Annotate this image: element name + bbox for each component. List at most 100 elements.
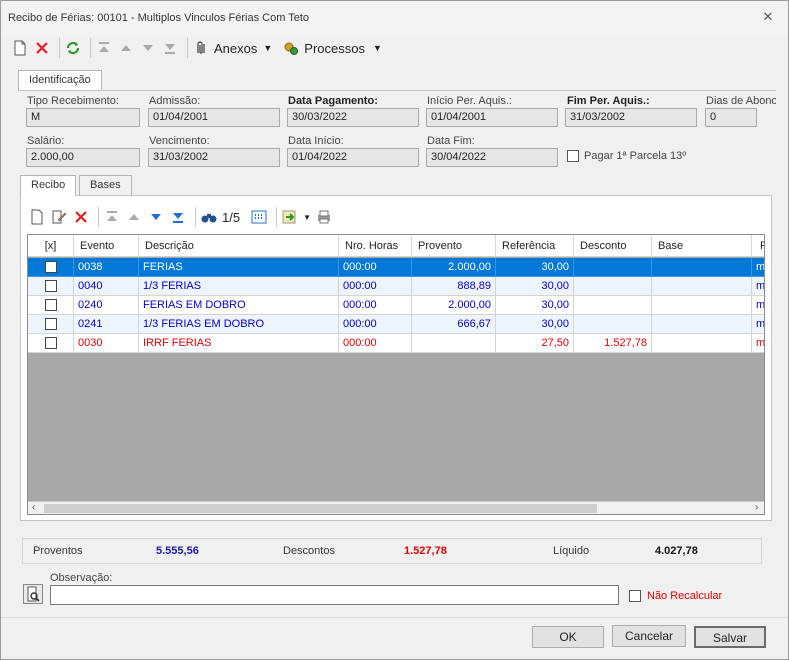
next-record-icon[interactable] <box>147 208 165 226</box>
tab-recibo[interactable]: Recibo <box>20 175 77 196</box>
cell-desconto <box>574 315 652 334</box>
data-inicio-label: Data Início: <box>288 135 344 147</box>
fim-per-aquis-field[interactable]: 31/03/2002 <box>565 108 697 127</box>
cell-evento: 0040 <box>74 277 139 296</box>
paperclip-icon[interactable] <box>192 39 210 57</box>
admissao-field[interactable]: 01/04/2001 <box>148 108 280 127</box>
data-fim-field[interactable]: 30/04/2022 <box>426 148 558 167</box>
row-checkbox[interactable] <box>45 337 57 349</box>
column-header-base[interactable]: Base <box>652 235 752 257</box>
events-grid: [x] Evento Descrição Nro. Horas Provento… <box>27 234 765 515</box>
table-row[interactable]: 0038FERIAS000:002.000,0030,00 me <box>28 258 764 277</box>
ok-button[interactable]: OK <box>532 626 604 648</box>
column-header-referencia[interactable]: Referência <box>496 235 574 257</box>
refresh-icon[interactable] <box>64 39 82 57</box>
tipo-recebimento-field[interactable]: M <box>26 108 140 127</box>
cell-r: me <box>752 315 764 334</box>
cell-horas: 000:00 <box>339 334 412 353</box>
tab-bases[interactable]: Bases <box>79 175 132 195</box>
grid-header: [x] Evento Descrição Nro. Horas Provento… <box>28 235 764 257</box>
processos-menu[interactable]: Processos <box>304 41 365 56</box>
inicio-per-aquis-label: Início Per. Aquis.: <box>427 95 512 107</box>
scrollbar-thumb[interactable] <box>44 504 597 513</box>
salvar-button[interactable]: Salvar <box>694 626 766 648</box>
next-record-icon[interactable] <box>139 39 157 57</box>
last-record-icon[interactable] <box>169 208 187 226</box>
row-checkbox[interactable] <box>45 261 57 273</box>
cell-referencia: 30,00 <box>496 277 574 296</box>
row-checkbox[interactable] <box>45 318 57 330</box>
nao-recalcular-label: Não Recalcular <box>647 590 723 602</box>
first-record-icon[interactable] <box>103 208 121 226</box>
pagar-13-label: Pagar 1ª Parcela 13º <box>584 150 687 162</box>
column-header-desconto[interactable]: Desconto <box>574 235 652 257</box>
scroll-right-icon[interactable]: › <box>755 502 758 513</box>
cell-desconto <box>574 277 652 296</box>
cell-descricao: IRRF FERIAS <box>139 334 339 353</box>
cell-referencia: 27,50 <box>496 334 574 353</box>
chevron-down-icon[interactable]: ▼ <box>263 43 272 53</box>
salario-field[interactable]: 2.000,00 <box>26 148 140 167</box>
row-checkbox[interactable] <box>45 280 57 292</box>
anexos-menu[interactable]: Anexos <box>214 41 257 56</box>
page-indicator: 1/5 <box>222 209 241 225</box>
delete-icon[interactable] <box>72 208 90 226</box>
row-checkbox[interactable] <box>45 299 57 311</box>
previous-record-icon[interactable] <box>125 208 143 226</box>
cell-horas: 000:00 <box>339 258 412 277</box>
window-title: Recibo de Férias: 00101 - Multiplos Vinc… <box>8 12 310 24</box>
pagar-13-checkbox[interactable] <box>567 150 579 162</box>
data-inicio-field[interactable]: 01/04/2022 <box>287 148 419 167</box>
printer-icon[interactable] <box>315 208 333 226</box>
dias-abono-field[interactable]: 0 <box>705 108 757 127</box>
scroll-left-icon[interactable]: ‹ <box>32 502 35 513</box>
binoculars-icon[interactable] <box>200 208 218 226</box>
chevron-down-icon[interactable]: ▼ <box>373 43 382 53</box>
toolbar-separator <box>90 38 91 58</box>
cell-descricao: FERIAS <box>139 258 339 277</box>
column-header-nro-horas[interactable]: Nro. Horas <box>339 235 412 257</box>
table-row[interactable]: 0030IRRF FERIAS000:00 27,501.527,78 me <box>28 334 764 353</box>
inicio-per-aquis-field[interactable]: 01/04/2001 <box>426 108 558 127</box>
tab-divider <box>18 90 776 91</box>
column-header-provento[interactable]: Provento <box>412 235 496 257</box>
previous-record-icon[interactable] <box>117 39 135 57</box>
salario-label: Salário: <box>27 135 65 147</box>
observacao-input[interactable] <box>50 585 619 605</box>
tab-identificacao[interactable]: Identificação <box>18 70 102 91</box>
vencimento-field[interactable]: 31/03/2002 <box>148 148 280 167</box>
column-header-select[interactable]: [x] <box>28 235 74 257</box>
cell-descricao: 1/3 FERIAS <box>139 277 339 296</box>
row-select-cell <box>28 296 74 315</box>
export-icon[interactable] <box>281 208 299 226</box>
gears-icon[interactable] <box>282 39 300 57</box>
table-row[interactable]: 0240FERIAS EM DOBRO000:002.000,0030,00 me <box>28 296 764 315</box>
cell-provento: 666,67 <box>412 315 496 334</box>
toolbar-separator <box>187 38 188 58</box>
data-pagamento-field[interactable]: 30/03/2022 <box>287 108 419 127</box>
vencimento-label: Vencimento: <box>149 135 210 147</box>
first-record-icon[interactable] <box>95 39 113 57</box>
delete-icon[interactable] <box>33 39 51 57</box>
cell-base <box>652 277 752 296</box>
cell-referencia: 30,00 <box>496 296 574 315</box>
table-row[interactable]: 0241 1/3 FERIAS EM DOBRO 000:00 666,67 30,00… <box>28 315 764 334</box>
observacao-lookup-button[interactable] <box>23 584 43 604</box>
cancelar-button[interactable]: Cancelar <box>612 625 686 647</box>
grid-layout-icon[interactable] <box>250 208 268 226</box>
nao-recalcular-checkbox[interactable] <box>629 590 641 602</box>
column-header-descricao[interactable]: Descrição <box>139 235 339 257</box>
table-row[interactable]: 00401/3 FERIAS000:00888,8930,00 me <box>28 277 764 296</box>
column-header-evento[interactable]: Evento <box>74 235 139 257</box>
cell-referencia: 30,00 <box>496 258 574 277</box>
new-record-icon[interactable] <box>28 208 46 226</box>
cell-r: me <box>752 334 764 353</box>
liquido-label: Líquido <box>553 545 590 557</box>
last-record-icon[interactable] <box>161 39 179 57</box>
new-document-icon[interactable] <box>11 39 29 57</box>
edit-icon[interactable] <box>50 208 68 226</box>
close-icon[interactable]: ✕ <box>761 10 775 24</box>
column-header-r[interactable]: R <box>752 235 764 257</box>
horizontal-scrollbar[interactable]: ‹ › <box>28 501 764 514</box>
chevron-down-icon[interactable]: ▼ <box>303 213 311 222</box>
